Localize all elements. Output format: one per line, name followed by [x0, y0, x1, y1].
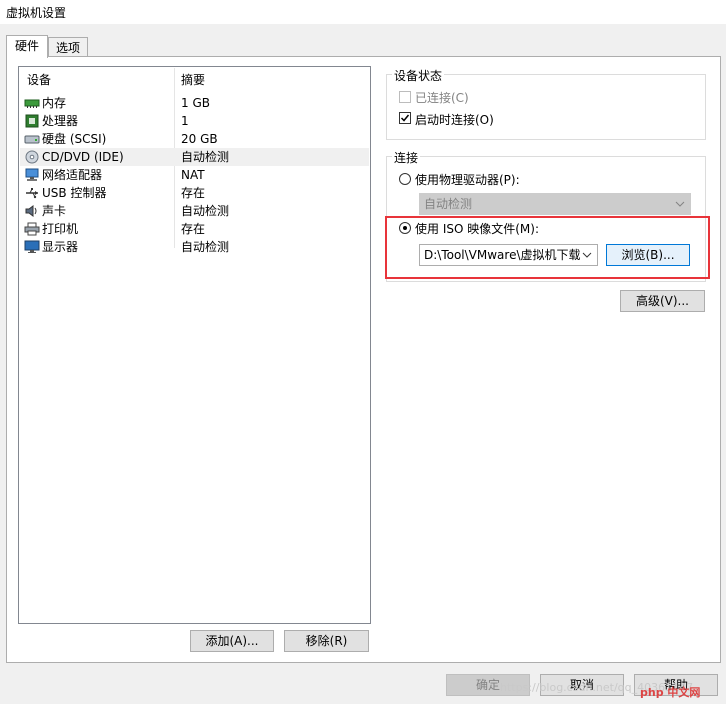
usb-icon: [26, 188, 38, 199]
tab-options[interactable]: 选项: [48, 37, 88, 58]
processor-icon: [25, 114, 39, 128]
tab-hardware-label: 硬件: [14, 39, 39, 53]
remove-device-button[interactable]: 移除(R): [284, 630, 369, 652]
device-row-sound-card[interactable]: 声卡 自动检测: [20, 202, 369, 220]
device-row-display[interactable]: 显示器 自动检测: [20, 238, 369, 256]
device-summary: NAT: [181, 168, 205, 182]
display-icon: [24, 240, 40, 253]
connected-label: 已连接(C): [415, 91, 469, 105]
device-summary: 自动检测: [181, 204, 230, 218]
column-header-summary[interactable]: 摘要: [181, 71, 205, 87]
connect-at-power-on-label: 启动时连接(O): [415, 113, 494, 127]
harddisk-icon: [24, 135, 40, 144]
device-list[interactable]: 设备 摘要 内存 1 GB 处理器 1 硬盘 (SCSI) 20 GB CD/D…: [18, 66, 371, 624]
title-bar: 虚拟机设置: [0, 0, 726, 24]
tab-hardware[interactable]: 硬件: [6, 35, 48, 58]
device-name: CD/DVD (IDE): [42, 150, 124, 164]
device-row-memory[interactable]: 内存 1 GB: [20, 94, 369, 112]
column-header-device[interactable]: 设备: [27, 71, 51, 87]
device-name: 内存: [42, 96, 67, 110]
physical-drive-value: 自动检测: [424, 197, 473, 211]
device-row-cd-dvd[interactable]: CD/DVD (IDE) 自动检测: [20, 148, 369, 166]
connect-at-power-on-checkbox[interactable]: [399, 112, 411, 124]
memory-icon: [24, 99, 40, 108]
device-summary: 自动检测: [181, 240, 230, 254]
device-row-printer[interactable]: 打印机 存在: [20, 220, 369, 238]
connection-title: 连接: [392, 149, 421, 166]
device-summary: 20 GB: [181, 132, 218, 146]
device-summary: 自动检测: [181, 150, 230, 164]
device-name: USB 控制器: [42, 186, 107, 200]
network-adapter-icon: [25, 168, 39, 181]
device-summary: 存在: [181, 186, 206, 200]
device-name: 显示器: [42, 240, 79, 254]
device-name: 处理器: [42, 114, 79, 128]
tab-options-label: 选项: [55, 41, 80, 55]
device-summary: 存在: [181, 222, 206, 236]
checkmark-icon: [400, 114, 410, 122]
chevron-down-icon: [675, 201, 685, 207]
device-name: 硬盘 (SCSI): [42, 132, 107, 146]
device-summary: 1: [181, 114, 189, 128]
cd-dvd-icon: [25, 150, 39, 164]
device-summary: 1 GB: [181, 96, 210, 110]
add-device-button[interactable]: 添加(A)...: [190, 630, 274, 652]
device-row-processor[interactable]: 处理器 1: [20, 112, 369, 130]
advanced-button[interactable]: 高级(V)...: [620, 290, 705, 312]
watermark-logo: php 中文网: [640, 686, 701, 699]
physical-drive-radio[interactable]: [399, 173, 411, 185]
printer-icon: [24, 222, 40, 236]
device-name: 打印机: [42, 222, 79, 236]
device-status-title: 设备状态: [392, 67, 445, 84]
highlight-box: [385, 216, 710, 279]
window-title: 虚拟机设置: [6, 6, 67, 20]
device-name: 声卡: [42, 204, 67, 218]
device-row-harddisk[interactable]: 硬盘 (SCSI) 20 GB: [20, 130, 369, 148]
physical-drive-label: 使用物理驱动器(P):: [415, 173, 520, 187]
sound-card-icon: [25, 205, 37, 217]
device-row-usb[interactable]: USB 控制器 存在: [20, 184, 369, 202]
physical-drive-select[interactable]: 自动检测: [419, 193, 691, 215]
device-name: 网络适配器: [42, 168, 103, 182]
connected-checkbox[interactable]: [399, 91, 411, 103]
device-row-network-adapter[interactable]: 网络适配器 NAT: [20, 166, 369, 184]
